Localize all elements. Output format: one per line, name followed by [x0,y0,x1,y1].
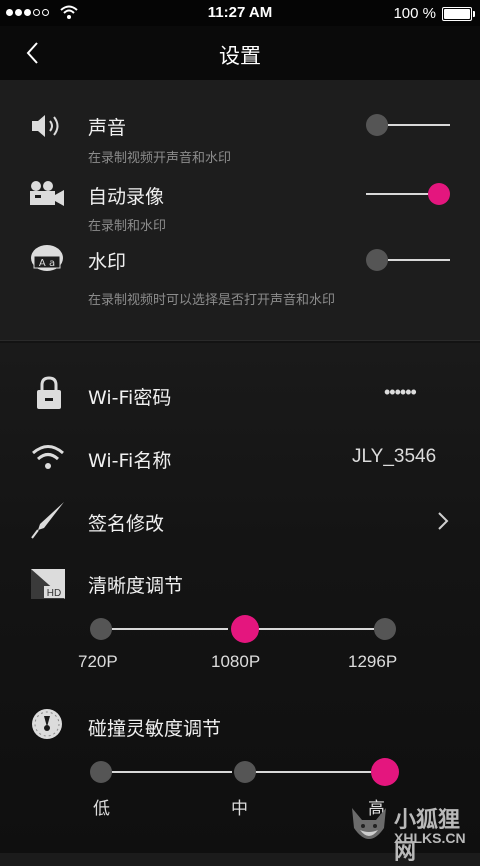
watermark-icon: A a [31,245,63,271]
status-bar: 11:27 AM 100 % [0,0,480,26]
slider-track-segment [112,628,228,630]
watermark-label: 水印 [88,251,127,273]
wifi-password-value: •••••• [384,382,417,402]
watermark-text-en: XHLKS.CN [394,830,466,846]
wifi-name-value: JLY_3546 [352,446,437,467]
chevron-right-icon [438,512,449,530]
auto-record-toggle[interactable] [366,182,450,206]
sensitivity-node-medium[interactable] [234,761,256,783]
resolution-label: 清晰度调节 [88,575,184,597]
pen-icon [31,502,64,539]
slider-track-segment [112,771,232,773]
sensitivity-node-high[interactable] [371,758,399,786]
resolution-node-720p[interactable] [90,618,112,640]
resolution-node-1296p[interactable] [374,618,396,640]
toggle-knob [366,249,388,271]
toggle-track [388,124,450,126]
signature-label: 签名修改 [88,513,165,535]
resolution-option-1080p[interactable]: 1080P [211,652,260,672]
toggle-track [388,259,450,261]
auto-record-description: 在录制和水印 [88,219,167,234]
resolution-option-720p[interactable]: 720P [78,652,118,672]
site-watermark: 小狐狸网 XHLKS.CN [342,800,480,865]
resolution-slider[interactable] [90,614,396,644]
watermark-description: 在录制视频时可以选择是否打开声音和水印 [88,293,336,308]
hd-icon: HD [31,569,65,599]
navigation-bar: 设置 [0,26,480,80]
toggle-track [366,193,428,195]
video-camera-icon [30,181,64,206]
speaker-icon [32,115,59,137]
sensitivity-option-low[interactable]: 低 [93,794,110,819]
watermark-toggle[interactable] [366,248,450,272]
recording-settings-section: 声音 在录制视频开声音和水印 自动录像 在录制和水印 A a 水印 在录制视频时… [0,80,480,340]
slider-track-segment [252,771,374,773]
sound-description: 在录制视频开声音和水印 [88,151,232,166]
toggle-knob [366,114,388,136]
resolution-option-1296p[interactable]: 1296P [348,652,397,672]
toggle-knob [428,183,450,205]
sound-toggle[interactable] [366,113,450,137]
page-title: 设置 [219,44,261,68]
battery-icon [442,7,475,21]
collision-sensitivity-slider[interactable] [90,757,399,787]
wifi-icon [32,445,64,469]
collision-sensitivity-label: 碰撞灵敏度调节 [88,718,222,740]
wifi-password-label: Wi-Fi密码 [88,387,172,409]
sound-label: 声音 [88,117,127,139]
gauge-icon [32,709,62,739]
hd-icon-text: HD [47,588,61,599]
slider-track-segment [256,628,374,630]
fox-logo-icon [352,808,386,839]
sensitivity-option-medium[interactable]: 中 [231,794,248,819]
resolution-node-1080p[interactable] [231,615,259,643]
lock-icon [37,376,61,409]
sensitivity-node-low[interactable] [90,761,112,783]
battery-percent: 100 % [393,5,436,22]
auto-record-label: 自动录像 [88,186,165,208]
watermark-icon-text: A a [39,258,55,269]
wifi-name-label: Wi-Fi名称 [88,450,172,472]
